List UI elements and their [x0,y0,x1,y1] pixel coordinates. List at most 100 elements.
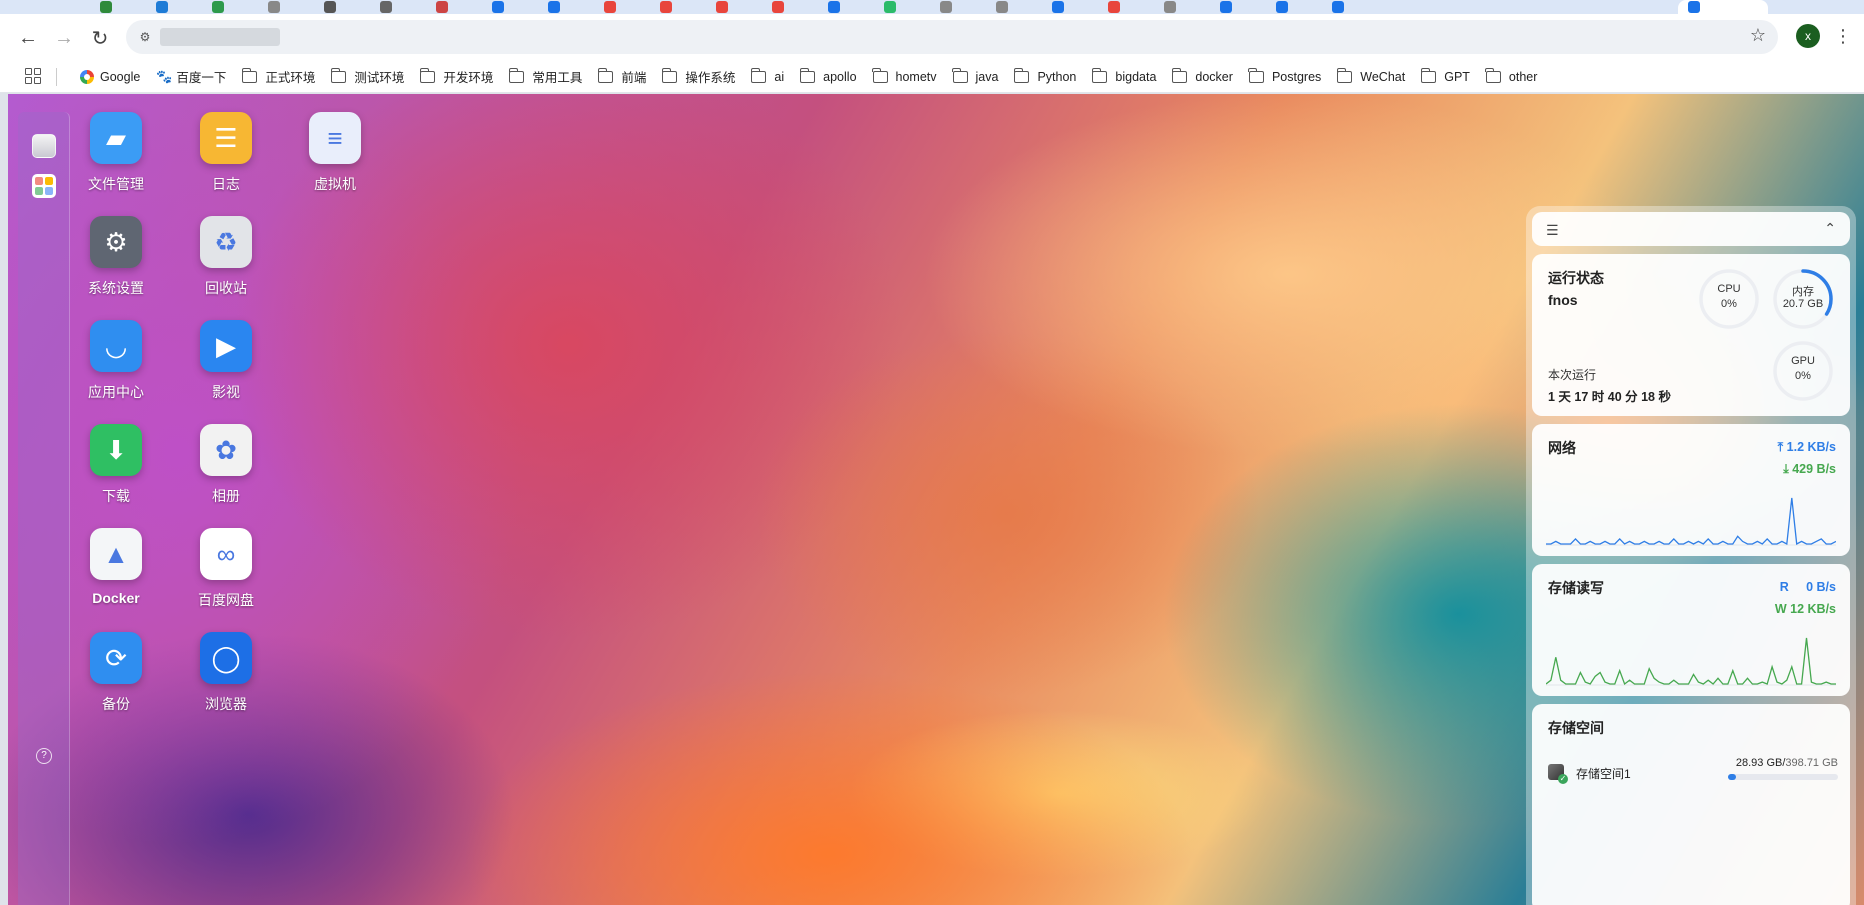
photos-icon: ✿ [200,424,252,476]
desktop-app[interactable]: ≡ 虚拟机 [280,112,390,194]
bookmark-item[interactable]: Google [72,64,148,90]
tab-favicon[interactable] [940,1,952,13]
active-tab[interactable] [1678,0,1768,14]
bookmark-item[interactable]: bigdata [1084,64,1164,90]
tab-favicon[interactable] [1164,1,1176,13]
desktop-app-label: Docker [92,590,140,606]
disk-io-card[interactable]: 存储读写 R 0 B/s W 12 KB/s [1532,564,1850,696]
tab-favicon[interactable] [828,1,840,13]
tab-favicon[interactable] [268,1,280,13]
bookmark-item[interactable]: other [1478,64,1546,90]
desktop-app[interactable]: ▶ 影视 [171,320,281,402]
desktop-app[interactable]: ∞ 百度网盘 [171,528,281,610]
profile-avatar[interactable]: x [1796,24,1820,48]
desktop-app[interactable]: ⚙ 系统设置 [61,216,171,298]
browser-tab-strip [0,0,1864,14]
desktop-app[interactable]: ⬇ 下载 [61,424,171,506]
tab-favicon[interactable] [884,1,896,13]
network-card[interactable]: 网络 ⤒ 1.2 KB/s ⤓ 429 B/s [1532,424,1850,556]
tab-favicon[interactable] [324,1,336,13]
address-bar[interactable]: ⚙ ☆ [126,20,1778,54]
bookmark-item[interactable]: 测试环境 [323,64,412,90]
tab-favicon[interactable] [1276,1,1288,13]
app-launcher-icon[interactable] [32,174,56,198]
bookmark-item[interactable]: GPT [1413,64,1478,90]
browser-icon: ◯ [200,632,252,684]
tab-favicon[interactable] [716,1,728,13]
tab-favicon[interactable] [772,1,784,13]
apps-grid-icon[interactable] [25,68,41,84]
storage-volume-row[interactable]: 存储空间1 28.93 GB/398.71 GB [1548,757,1838,792]
storage-usage-bar [1728,774,1838,780]
tab-favicon[interactable] [156,1,168,13]
bookmark-item[interactable]: 🐾 百度一下 [148,64,234,90]
desktop-app[interactable]: ▲ Docker [61,528,171,606]
widgets-panel: ☰ ⌃ 运行状态 fnos 本次运行 1 天 17 时 40 分 18 秒 CP… [1526,206,1856,905]
bookmark-item[interactable]: hometv [865,64,945,90]
desktop-app[interactable]: ✿ 相册 [171,424,281,506]
bookmark-item[interactable]: docker [1164,64,1241,90]
bookmark-item[interactable]: 开发环境 [412,64,501,90]
bookmark-item[interactable]: 正式环境 [234,64,323,90]
bookmark-item[interactable]: Postgres [1241,64,1329,90]
back-button[interactable]: ← [14,24,42,52]
tab-favicon[interactable] [1220,1,1232,13]
tab-favicon[interactable] [996,1,1008,13]
tab-favicon[interactable] [492,1,504,13]
collapse-icon[interactable]: ⌃ [1824,220,1836,237]
desktop-app-label: 文件管理 [88,176,144,192]
tab-favicon[interactable] [1332,1,1344,13]
desktop-app[interactable]: ◡ 应用中心 [61,320,171,402]
back-arrow-icon: ← [18,26,38,49]
tab-favicon[interactable] [548,1,560,13]
reload-button[interactable]: ↻ [86,24,114,52]
forward-button[interactable]: → [50,24,78,52]
desktop-app-label: 系统设置 [88,280,144,296]
status-title: 运行状态 [1548,270,1604,286]
desktop-app[interactable]: ♻ 回收站 [171,216,281,298]
gpu-value: 0% [1795,370,1811,382]
tab-favicon[interactable] [100,1,112,13]
bookmark-item[interactable]: WeChat [1329,64,1413,90]
bookmark-item[interactable]: 前端 [590,64,654,90]
storage-usage: 28.93 GB/398.71 GB [1735,757,1838,769]
tab-favicon[interactable] [436,1,448,13]
tab-favicon[interactable] [660,1,672,13]
tab-favicon[interactable] [604,1,616,13]
bookmark-label: other [1508,69,1538,84]
tab-favicon[interactable] [212,1,224,13]
gear-icon: ⚙ [90,216,142,268]
bookmark-item[interactable]: 常用工具 [501,64,590,90]
site-info-icon[interactable]: ⚙ [136,28,154,46]
baidu-netdisk-icon: ∞ [200,528,252,580]
tab-favicon[interactable] [1052,1,1064,13]
download-rate: ⤓ 429 B/s [1783,462,1836,476]
bookmark-star-icon[interactable]: ☆ [1750,25,1766,46]
bookmark-item[interactable]: ai [743,64,792,90]
bookmark-item[interactable]: 操作系统 [654,64,743,90]
tab-favicon[interactable] [1108,1,1120,13]
desktop-app[interactable]: ☰ 日志 [171,112,281,194]
desktop-monitor-icon[interactable] [32,134,56,158]
url-text-redacted[interactable] [160,28,280,46]
bookmark-label: 测试环境 [354,71,405,85]
gpu-label: GPU [1791,355,1815,367]
storage-volume-icon [1548,764,1568,784]
help-icon[interactable]: ? [36,748,52,764]
status-card[interactable]: 运行状态 fnos 本次运行 1 天 17 时 40 分 18 秒 CPU 0%… [1532,254,1850,416]
bookmark-label: Google [100,69,141,84]
bookmark-item[interactable]: java [945,64,1007,90]
tab-favicon[interactable] [380,1,392,13]
desktop-app[interactable]: ◯ 浏览器 [171,632,281,714]
bookmark-item[interactable]: apollo [792,64,864,90]
storage-card[interactable]: 存储空间 存储空间1 28.93 GB/398.71 GB [1532,704,1850,905]
folder-icon [952,67,968,83]
desktop-app[interactable]: ⟳ 备份 [61,632,171,714]
bookmark-label: 常用工具 [532,71,583,85]
desktop-app[interactable]: ▰ 文件管理 [61,112,171,194]
bookmark-item[interactable]: Python [1006,64,1084,90]
widget-settings-icon[interactable]: ☰ [1546,222,1559,239]
browser-menu-icon[interactable]: ⋮ [1834,24,1852,48]
desktop-app-label: 下载 [102,488,130,504]
reload-icon: ↻ [91,27,109,50]
